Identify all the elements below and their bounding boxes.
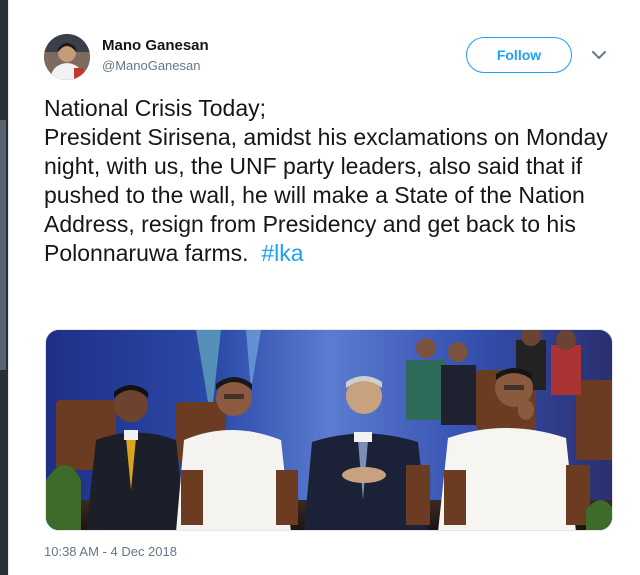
- user-handle[interactable]: @ManoGanesan: [102, 56, 209, 76]
- display-name[interactable]: Mano Ganesan: [102, 36, 209, 56]
- background-blip: [0, 120, 6, 370]
- tweet-header: Mano Ganesan @ManoGanesan Follow: [44, 34, 634, 84]
- avatar-image: [44, 34, 90, 80]
- chevron-down-icon[interactable]: [590, 46, 608, 64]
- tweet-timestamp[interactable]: 10:38 AM - 4 Dec 2018: [44, 544, 177, 559]
- tweet-body: National Crisis Today; President Sirisen…: [44, 95, 608, 266]
- tweet-photo[interactable]: [45, 329, 613, 531]
- photo-illustration: [46, 330, 612, 530]
- tweet-card: Mano Ganesan @ManoGanesan Follow Nationa…: [8, 0, 640, 575]
- hashtag-link[interactable]: #lka: [261, 240, 303, 266]
- tweet-text: National Crisis Today; President Sirisen…: [44, 94, 619, 268]
- user-names: Mano Ganesan @ManoGanesan: [102, 36, 209, 76]
- follow-button[interactable]: Follow: [466, 37, 572, 73]
- avatar[interactable]: [44, 34, 90, 80]
- background-strip: [0, 0, 8, 575]
